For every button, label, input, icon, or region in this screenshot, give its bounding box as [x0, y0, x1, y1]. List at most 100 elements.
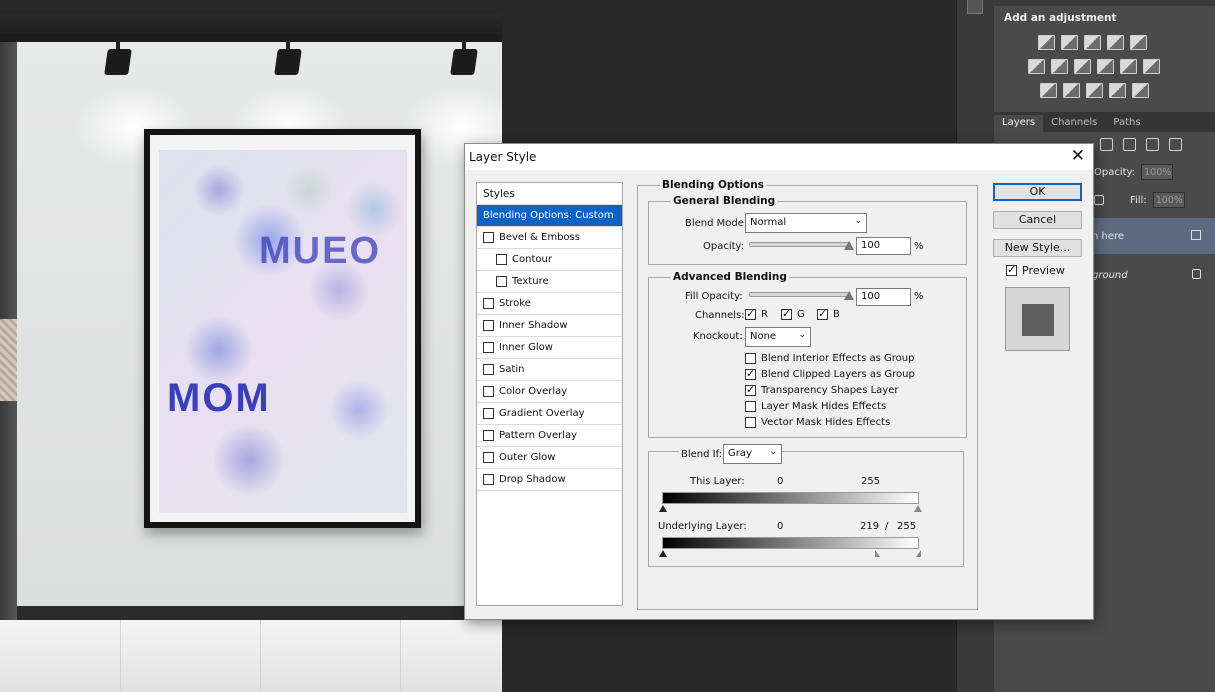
threshold-icon[interactable] — [1086, 82, 1103, 98]
style-item-label: Stroke — [499, 298, 531, 309]
opacity-slider[interactable] — [749, 242, 851, 247]
contour-checkbox[interactable] — [496, 254, 507, 265]
styles-header[interactable]: Styles — [477, 183, 622, 205]
style-item-pattern-overlay[interactable]: Pattern Overlay — [477, 425, 622, 447]
channel-r-checkbox[interactable] — [745, 307, 756, 320]
channel-g[interactable]: G — [781, 307, 805, 320]
layer-opacity-input[interactable]: 100% — [1141, 164, 1174, 180]
poster-text-bottom: MOM — [167, 376, 271, 420]
vector-mask-checkbox[interactable] — [745, 417, 756, 428]
invert-icon[interactable] — [1040, 82, 1057, 98]
underlying-white-slider-left-half[interactable] — [875, 550, 880, 557]
channel-b-checkbox[interactable] — [817, 307, 828, 320]
layer-fill-row: Fill: 100% — [1094, 190, 1215, 210]
transparency-shapes-option[interactable]: Transparency Shapes Layer — [745, 383, 898, 396]
curves-icon[interactable] — [1084, 34, 1101, 50]
outer-glow-checkbox[interactable] — [483, 452, 494, 463]
selective-color-icon[interactable] — [1132, 82, 1149, 98]
smart-object-filter-icon[interactable] — [1169, 137, 1182, 151]
opacity-slider-thumb[interactable] — [844, 241, 854, 250]
color-lookup-icon[interactable] — [1143, 58, 1160, 74]
satin-checkbox[interactable] — [483, 364, 494, 375]
blend-if-select[interactable]: Gray ⌄ — [723, 444, 782, 464]
blend-interior-option[interactable]: Blend Interior Effects as Group — [745, 353, 914, 364]
texture-checkbox[interactable] — [496, 276, 507, 287]
inner-glow-checkbox[interactable] — [483, 342, 494, 353]
style-item-gradient-overlay[interactable]: Gradient Overlay — [477, 403, 622, 425]
tab-layers[interactable]: Layers — [994, 115, 1044, 132]
fill-opacity-input[interactable]: 100 — [856, 288, 911, 306]
preview-option[interactable]: Preview — [1006, 263, 1065, 277]
tab-channels[interactable]: Channels — [1043, 115, 1105, 132]
underlying-layer-gradient[interactable] — [662, 537, 919, 549]
lock-icon[interactable] — [1094, 195, 1104, 205]
channel-g-checkbox[interactable] — [781, 307, 792, 320]
channel-r[interactable]: R — [745, 307, 768, 320]
style-item-bevel-emboss[interactable]: Bevel & Emboss — [477, 227, 622, 249]
type-filter-icon[interactable] — [1123, 137, 1136, 151]
this-layer-black-slider[interactable] — [659, 505, 667, 512]
style-item-contour[interactable]: Contour — [477, 249, 622, 271]
black-white-icon[interactable] — [1074, 58, 1091, 74]
style-item-texture[interactable]: Texture — [477, 271, 622, 293]
style-item-stroke[interactable]: Stroke — [477, 293, 622, 315]
blend-mode-value: Normal — [750, 217, 787, 228]
pattern-overlay-checkbox[interactable] — [483, 430, 494, 441]
underlying-white-slider-right-half[interactable] — [916, 550, 921, 557]
photo-filter-icon[interactable] — [1097, 58, 1114, 74]
close-icon[interactable]: ✕ — [1071, 146, 1085, 166]
gradient-map-icon[interactable] — [1109, 82, 1126, 98]
adjustment-filter-icon[interactable] — [1100, 137, 1113, 151]
inner-shadow-checkbox[interactable] — [483, 320, 494, 331]
brightness-contrast-icon[interactable] — [1038, 34, 1055, 50]
layer-mask-option[interactable]: Layer Mask Hides Effects — [745, 401, 886, 412]
layer-row-background[interactable]: ground — [1092, 257, 1215, 293]
blending-options-item[interactable]: Blending Options: Custom — [477, 205, 622, 227]
style-item-color-overlay[interactable]: Color Overlay — [477, 381, 622, 403]
layer-row-selected[interactable]: n here — [1092, 218, 1215, 254]
style-item-satin[interactable]: Satin — [477, 359, 622, 381]
opacity-input[interactable]: 100 — [856, 237, 911, 255]
document-canvas[interactable]: MUEO MOM — [0, 14, 502, 692]
transparency-shapes-checkbox[interactable] — [745, 383, 756, 396]
ok-button[interactable]: OK — [993, 183, 1082, 201]
bevel-emboss-checkbox[interactable] — [483, 232, 494, 243]
color-overlay-checkbox[interactable] — [483, 386, 494, 397]
stroke-checkbox[interactable] — [483, 298, 494, 309]
tab-paths[interactable]: Paths — [1105, 115, 1148, 132]
hue-saturation-icon[interactable] — [1028, 58, 1045, 74]
exposure-icon[interactable] — [1107, 34, 1124, 50]
fill-opacity-slider[interactable] — [749, 292, 851, 297]
this-layer-gradient[interactable] — [662, 492, 919, 504]
blend-interior-checkbox[interactable] — [745, 353, 756, 364]
fill-opacity-slider-thumb[interactable] — [844, 291, 854, 300]
new-style-button[interactable]: New Style... — [993, 239, 1082, 257]
layer-fill-input[interactable]: 100% — [1152, 192, 1185, 208]
style-item-inner-shadow[interactable]: Inner Shadow — [477, 315, 622, 337]
channel-b[interactable]: B — [817, 307, 840, 320]
posterize-icon[interactable] — [1063, 82, 1080, 98]
paragraph-panel-icon[interactable] — [967, 0, 983, 14]
shape-filter-icon[interactable] — [1146, 137, 1159, 151]
blend-clipped-option[interactable]: Blend Clipped Layers as Group — [745, 367, 915, 380]
color-balance-icon[interactable] — [1051, 58, 1068, 74]
preview-checkbox[interactable] — [1006, 263, 1017, 276]
gradient-overlay-checkbox[interactable] — [483, 408, 494, 419]
layer-mask-checkbox[interactable] — [745, 401, 756, 412]
underlying-black-slider[interactable] — [659, 550, 667, 557]
blend-mode-select[interactable]: Normal ⌄ — [745, 213, 867, 233]
style-item-outer-glow[interactable]: Outer Glow — [477, 447, 622, 469]
style-item-drop-shadow[interactable]: Drop Shadow — [477, 469, 622, 491]
drop-shadow-checkbox[interactable] — [483, 474, 494, 485]
channels-label: Channels: — [695, 310, 745, 321]
vibrance-icon[interactable] — [1130, 34, 1147, 50]
this-layer-white-slider[interactable] — [914, 505, 922, 512]
knockout-select[interactable]: None ⌄ — [745, 327, 811, 347]
dialog-titlebar[interactable]: Layer Style ✕ — [465, 144, 1093, 170]
levels-icon[interactable] — [1061, 34, 1078, 50]
blend-clipped-checkbox[interactable] — [745, 367, 756, 380]
channel-mixer-icon[interactable] — [1120, 58, 1137, 74]
style-item-inner-glow[interactable]: Inner Glow — [477, 337, 622, 359]
vector-mask-option[interactable]: Vector Mask Hides Effects — [745, 417, 890, 428]
cancel-button[interactable]: Cancel — [993, 211, 1082, 229]
